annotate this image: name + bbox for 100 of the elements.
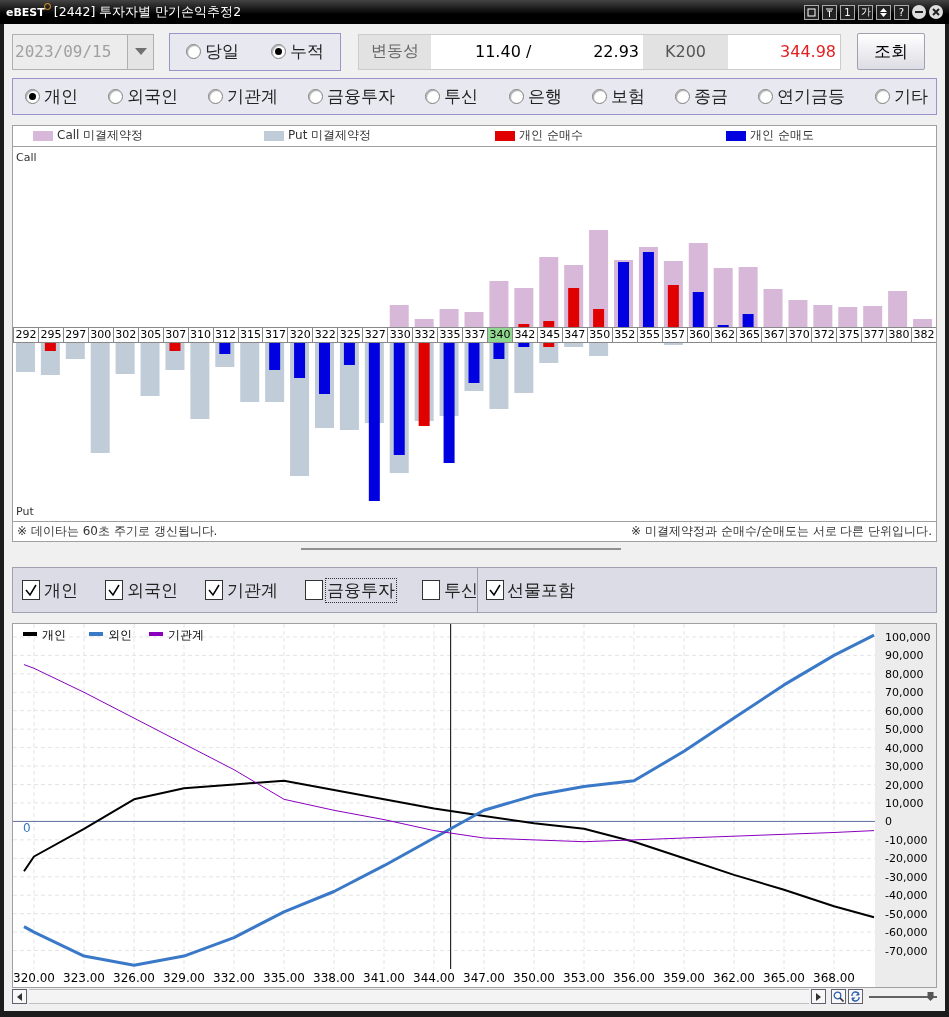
scroll-left-button[interactable] <box>12 989 27 1004</box>
window-icon[interactable] <box>804 4 819 20</box>
logo: eBEST <box>6 5 50 19</box>
axis-tick-label: -60,000 <box>885 926 928 940</box>
zero-label: 0 <box>23 821 31 836</box>
strike-label: 315 <box>237 327 263 342</box>
investor-radio[interactable]: 보험 <box>591 85 645 108</box>
investor-radio[interactable]: 투신 <box>425 85 479 108</box>
net-sell-bar <box>219 342 231 354</box>
dropdown-button[interactable] <box>128 33 154 70</box>
net-buy-bar <box>593 308 605 327</box>
option-checkbox[interactable]: 선물포함 <box>486 578 575 602</box>
strike-label: 335 <box>437 327 462 342</box>
net-sell-bar <box>269 342 281 370</box>
strike-label: 307 <box>162 327 188 342</box>
net-sell-bar <box>319 342 330 394</box>
checkbox[interactable] <box>22 580 40 600</box>
checkbox-label: 투신 <box>443 578 479 602</box>
axis-tick-label: 30,000 <box>885 760 924 774</box>
radio-option[interactable]: 누적 <box>271 40 324 63</box>
scrollbar-track[interactable] <box>29 989 809 1004</box>
splitter-handle[interactable] <box>300 548 621 550</box>
strike-label: 345 <box>536 327 562 342</box>
net-buy-bar <box>44 342 56 351</box>
strike-label: 322 <box>312 327 338 342</box>
investor-radio[interactable]: 은행 <box>508 85 562 108</box>
strike-label: 350 <box>586 327 612 342</box>
search-button[interactable]: 조회 <box>857 33 925 70</box>
strike-label: 295 <box>37 327 63 342</box>
axis-tick-label: 80,000 <box>885 667 924 681</box>
checkbox[interactable] <box>422 580 440 600</box>
call-oi-bar <box>763 288 783 327</box>
up-down-icon[interactable] <box>876 4 891 20</box>
axis-tick-label: 10,000 <box>885 796 924 810</box>
radio-option[interactable]: 당일 <box>186 40 239 63</box>
axis-tick-label: 362.00 <box>713 971 755 985</box>
net-buy-bar <box>169 342 181 351</box>
value-text: 11.40 / <box>475 42 532 61</box>
axis-tick-label: 50,000 <box>885 723 924 737</box>
axis-tick-label: 338.00 <box>313 971 355 985</box>
note-text: ※ 미결제약정과 순매수/순매도는 서로 다른 단위입니다. <box>631 522 932 540</box>
checkbox[interactable] <box>305 580 323 600</box>
investor-radio[interactable]: 기관계 <box>208 85 279 108</box>
legend-item: 외인 <box>89 628 132 642</box>
call-oi-bar <box>913 318 933 327</box>
net-sell-bar <box>468 342 480 383</box>
investor-radio[interactable]: 개인 <box>25 85 78 108</box>
call-oi-bar <box>788 299 808 327</box>
put-oi-bar <box>240 342 260 402</box>
axis-tick-label: 353.00 <box>563 971 605 985</box>
net-buy-bar <box>568 287 580 327</box>
refresh-icon[interactable] <box>848 989 863 1004</box>
axis-tick-label: -40,000 <box>885 889 928 903</box>
strike-label: 372 <box>811 327 837 342</box>
strike-label: 352 <box>611 327 637 342</box>
left-arrow-icon <box>17 992 22 1001</box>
investor-radio[interactable]: 외국인 <box>108 85 179 108</box>
checkbox[interactable] <box>105 580 123 600</box>
legend-label: 개인 순매수 <box>519 127 583 145</box>
axis-tick-label: -70,000 <box>885 944 928 958</box>
net-sell-bar <box>618 261 629 327</box>
close-icon[interactable] <box>929 5 943 19</box>
window-title: [2442] 투자자별 만기손익추정2 <box>53 3 242 21</box>
checkbox-label: 금융투자 <box>326 578 396 602</box>
filter-checkbox[interactable]: 개인 <box>22 578 79 602</box>
investor-radio[interactable]: 금융투자 <box>308 85 396 108</box>
net-sell-bar <box>294 342 306 378</box>
investor-radio[interactable]: 기타 <box>875 85 928 108</box>
net-sell-bar <box>518 342 530 347</box>
checkbox[interactable] <box>486 580 504 600</box>
call-oi-bar <box>888 290 908 327</box>
minimize-icon[interactable] <box>912 5 926 19</box>
pin-icon[interactable] <box>822 4 837 20</box>
call-oi-bar <box>863 305 883 327</box>
filter-checkbox[interactable]: 투신 <box>422 578 479 602</box>
axis-tick-label: 70,000 <box>885 686 924 700</box>
net-sell-bar <box>742 313 754 327</box>
call-oi-bar <box>389 304 409 327</box>
legend-label: 개인 <box>42 628 66 642</box>
axis-tick-label: 368.00 <box>813 971 855 985</box>
investor-radio[interactable]: 종금 <box>674 85 728 108</box>
help-button[interactable]: ? <box>894 4 909 20</box>
filter-checkbox[interactable]: 기관계 <box>205 578 279 602</box>
call-oi-bar <box>414 318 434 327</box>
title-button[interactable]: 1 <box>840 4 855 20</box>
axis-tick-label: 20,000 <box>885 778 924 792</box>
filter-checkbox[interactable]: 금융투자 <box>305 578 396 602</box>
axis-tick-label: 0 <box>885 815 892 829</box>
strike-label: 320 <box>287 327 313 342</box>
investor-radio[interactable]: 연기금등 <box>757 85 845 108</box>
put-oi-bar <box>514 342 534 393</box>
checkbox[interactable] <box>205 580 223 600</box>
filter-checkbox[interactable]: 외국인 <box>105 578 179 602</box>
title-button[interactable]: 가 <box>858 4 873 20</box>
slider-thumb[interactable] <box>927 992 934 1001</box>
axis-tick-label: 335.00 <box>263 971 305 985</box>
axis-tick-label: 341.00 <box>363 971 405 985</box>
net-buy-bar <box>518 323 530 327</box>
scroll-right-button[interactable] <box>811 989 826 1004</box>
zoom-icon[interactable] <box>831 989 846 1004</box>
